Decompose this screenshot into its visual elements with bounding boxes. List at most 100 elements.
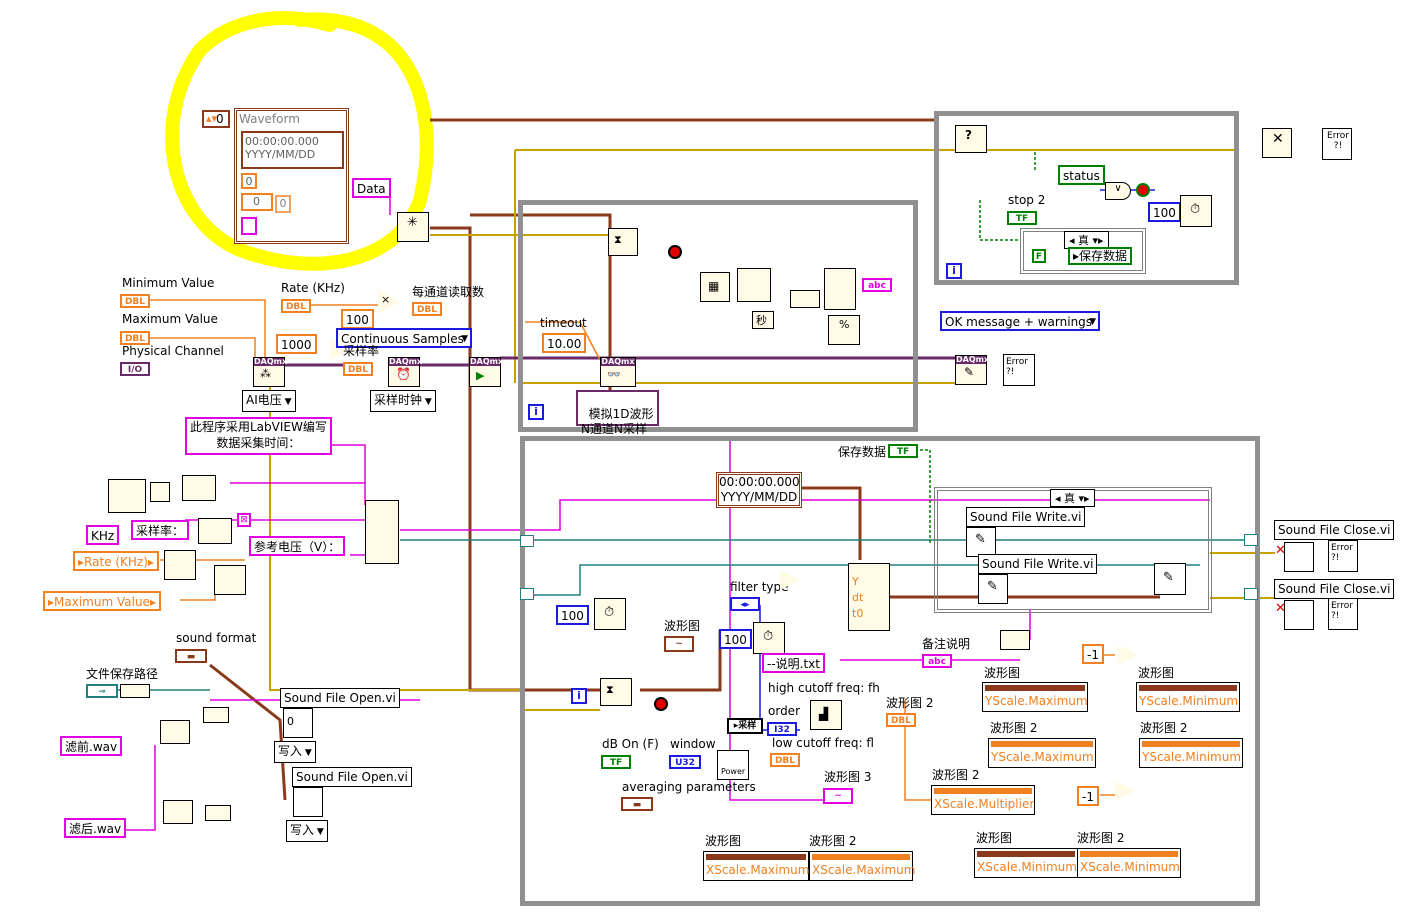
max-value-terminal[interactable]: DBL [120,331,150,345]
min-value-terminal[interactable]: DBL [120,294,150,308]
ref-voltage-string[interactable]: 参考电压（V）： [249,536,346,556]
prop-node-3[interactable]: YScale.Maximum [988,738,1096,768]
prop-node-1[interactable]: YScale.Maximum [982,682,1088,712]
waveform-cluster[interactable]: Waveform 00:00:00.000 YYYY/MM/DD 0 0 0 [234,108,349,244]
concat-node-3[interactable] [1000,630,1030,650]
rate-khz-terminal[interactable]: DBL [281,299,311,313]
neg1-const[interactable]: -1 [1082,644,1104,664]
write-mode-ring[interactable]: 写入 ▼ [274,741,316,763]
read-mode-ring[interactable]: 模拟1D波形 N通道N采样 [576,390,659,436]
status-unbundle[interactable]: status [1058,165,1105,185]
number-to-string-node-2[interactable] [214,565,246,595]
path-to-string-node[interactable] [120,684,150,698]
stop-icon-2[interactable] [654,697,668,711]
multiply-node-4[interactable] [1118,645,1138,665]
unbundle-node-2[interactable]: ⧗ [600,678,632,706]
filter-node[interactable]: ▟ [810,700,842,730]
error-handler-node-2[interactable]: Error ?! [1003,354,1035,386]
before-filename[interactable]: 滤前.wav [60,736,123,756]
max-value-local[interactable]: ▸Maximum Value▸ [43,591,161,611]
error-message-ring[interactable]: OK message + warnings ▼ [940,311,1100,331]
build-waveform-node-2[interactable]: Y dt t0 [848,563,890,631]
sound-close-node[interactable]: ✕ [1275,542,1314,572]
sound-format-terminal[interactable]: ▬ [175,649,207,663]
waveform-dt[interactable]: 0 [241,173,257,189]
false-const[interactable]: F [1032,249,1046,263]
merge-errors-node[interactable]: ✕ [1262,128,1292,158]
sound-write-node[interactable]: ✎ [966,527,996,557]
daqmx-start-task[interactable]: DAQmx ▶ [469,357,503,387]
prop-node-8[interactable]: XScale.Minimum [974,848,1078,878]
power-spectrum-node[interactable]: Power [717,750,749,780]
build-waveform-node[interactable]: ✳ [397,212,429,242]
const-100[interactable]: 100 [341,309,374,329]
path-terminal[interactable]: ⊸ [86,684,118,698]
description-string[interactable]: 此程序采用LabVIEW编写 数据采集时间： [185,417,332,455]
error-handler-node-4[interactable]: Error ?! [1328,598,1358,630]
write-text-node[interactable]: ✎ [1154,563,1186,595]
error-handler-node-3[interactable]: Error ?! [1328,540,1358,572]
waveform-index[interactable]: ▴▾ 0 [202,110,230,128]
sample-rate-string[interactable]: 采样率： [131,520,190,540]
waveform-y-index[interactable]: 0 [241,193,273,211]
const-1000[interactable]: 1000 [276,334,317,354]
concat-strings-node[interactable] [182,475,216,501]
prop-node-5[interactable]: XScale.Multiplier [931,785,1035,815]
number-to-string-node[interactable] [164,550,196,580]
sample-rate-terminal[interactable]: DBL [343,362,373,376]
wait-100-const-3[interactable]: 100 [719,629,752,649]
daqmx-clear-task[interactable]: DAQmx ✎ [955,355,989,385]
concat-path-node[interactable] [203,707,229,723]
khz-string[interactable]: KHz [86,525,120,545]
physical-channel-terminal[interactable]: I/O [120,362,150,376]
waveform-y-value[interactable]: 0 [275,195,291,213]
concat-strings-big[interactable] [365,500,399,564]
seconds-node[interactable]: 秒 [752,311,774,329]
stop-condition-icon[interactable] [1136,183,1150,197]
wait-100-const-2[interactable]: 100 [556,605,589,625]
multiply-node-3[interactable] [780,570,800,590]
format-box[interactable] [150,482,170,502]
save-data-terminal[interactable]: TF [888,444,918,458]
sound-write-node-2[interactable]: ✎ [978,574,1008,604]
wait-100-const[interactable]: 100 [1148,202,1181,222]
timestamp-node[interactable]: ▦ [700,272,730,302]
sound-open-node-2[interactable] [293,787,323,817]
daqmx-timing[interactable]: DAQmx ⏰ [388,357,422,387]
sound-open-node[interactable]: 0 [283,708,313,738]
wait-ms-node[interactable]: ⏱ [1180,195,1212,227]
prop-node-6[interactable]: XScale.Maximum [703,851,809,881]
prop-node-4[interactable]: YScale.Minimum [1139,738,1243,768]
readme-string[interactable]: --说明.txt [762,653,825,673]
case-selector-2[interactable]: ◂ 真 ▾▸ [1050,489,1095,507]
case-status-node[interactable]: ? [955,125,987,153]
ai-voltage-ring[interactable]: AI电压 ▼ [242,390,296,412]
wait-ms-node-2[interactable]: ⏱ [594,598,626,630]
stop-terminal[interactable]: TF [1007,211,1037,225]
error-handler-node[interactable]: Error ?! [1322,128,1352,160]
prop-node-2[interactable]: YScale.Minimum [1136,682,1240,712]
rate-khz-local[interactable]: ▸Rate (KHz)▸ [73,551,159,571]
db-on-terminal[interactable]: TF [601,755,631,769]
build-path-node-2[interactable] [163,800,193,824]
concat-node[interactable] [824,268,856,310]
convert-node[interactable] [790,290,820,308]
wait-ms-node-3[interactable]: ⏱ [753,622,785,654]
time-format-node[interactable] [108,479,146,513]
prop-node-7[interactable]: XScale.Maximum [809,851,915,881]
or-node[interactable]: ∨ [1105,182,1131,200]
filter-type-terminal[interactable]: ◂▸ [730,597,760,611]
build-path-node[interactable] [160,720,190,744]
sample-clock-ring[interactable]: 采样时钟 ▼ [370,390,436,412]
averaging-terminal[interactable]: ▬ [621,797,653,811]
low-cutoff-terminal[interactable]: DBL [770,753,800,767]
format-node[interactable] [737,268,771,302]
concat-path-node-2[interactable] [205,805,231,821]
write-mode-ring-2[interactable]: 写入 ▼ [286,820,328,842]
timestamp-const[interactable]: 00:00:00.000 YYYY/MM/DD [716,472,802,508]
after-filename[interactable]: 滤后.wav [64,818,127,838]
daqmx-create-channel[interactable]: DAQmx ⁂ [253,357,287,387]
save-data-local[interactable]: ▸保存数据 [1068,247,1133,265]
sound-close-node-2[interactable]: ✕ [1275,600,1314,630]
multiply-node-5[interactable] [1115,781,1135,801]
